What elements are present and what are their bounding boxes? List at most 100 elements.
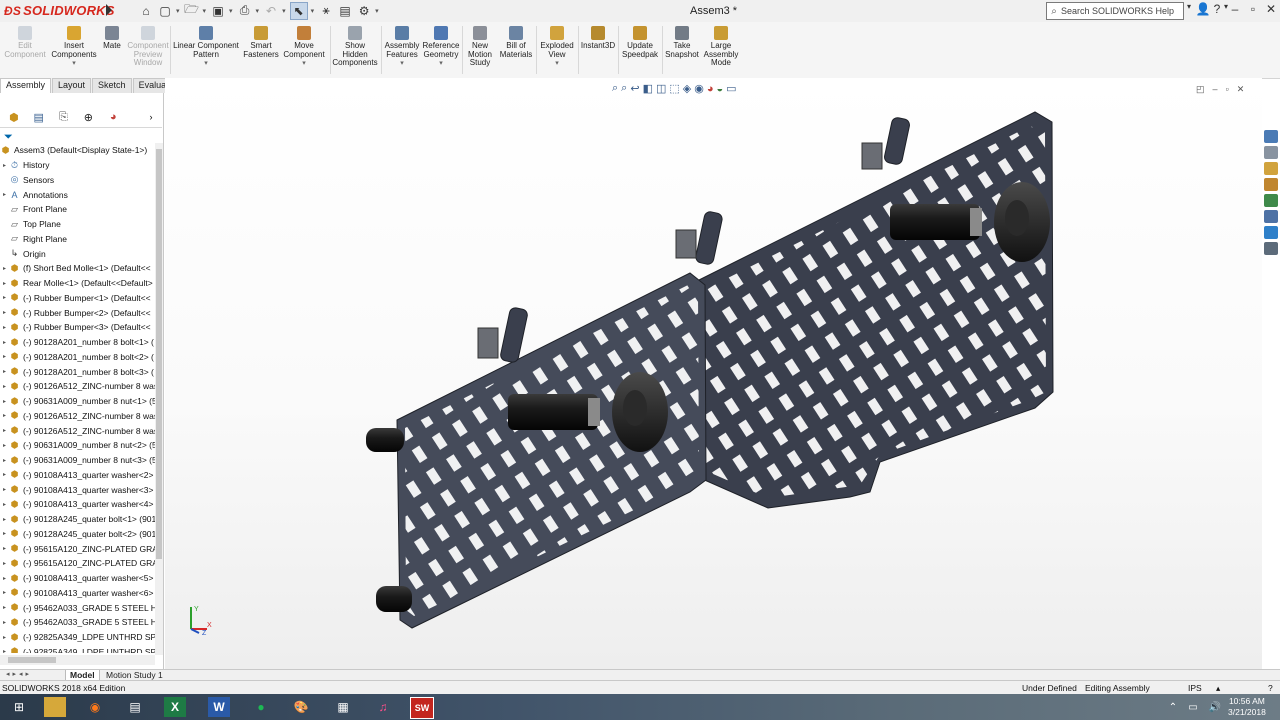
- expand-arrow-icon[interactable]: ▸: [0, 427, 9, 434]
- chevron-down-icon[interactable]: ▾: [50, 60, 98, 69]
- logo-menu-arrow-icon[interactable]: [106, 4, 112, 16]
- word-icon[interactable]: W: [208, 697, 230, 717]
- tree-item[interactable]: ▸ ⬢ (-) 90631A009_number 8 nut<3> (5: [0, 453, 155, 468]
- tree-item[interactable]: ▸ ⬢ (-) 95615A120_ZINC-PLATED GRAD: [0, 541, 155, 556]
- expand-arrow-icon[interactable]: ▸: [0, 324, 9, 331]
- expand-arrow-icon[interactable]: ▸: [0, 294, 9, 301]
- chevron-down-icon[interactable]: ▾: [172, 60, 240, 69]
- expand-arrow-icon[interactable]: ▸: [0, 280, 9, 287]
- spotify-icon[interactable]: ●: [250, 697, 272, 717]
- windows-start-icon[interactable]: ⊞: [8, 697, 30, 717]
- undo-dropdown-icon[interactable]: ▾: [282, 7, 286, 15]
- view-palette-icon[interactable]: [1264, 178, 1278, 191]
- user-icon[interactable]: 👤: [1194, 2, 1212, 16]
- tree-item[interactable]: ▸ ⬢ (-) Rubber Bumper<3> (Default<<: [0, 320, 155, 335]
- tree-item[interactable]: ▸ ⬢ (-) 90126A512_ZINC-number 8 was: [0, 409, 155, 424]
- expand-arrow-icon[interactable]: ▸: [0, 545, 9, 552]
- assembly-features-button[interactable]: Assembly Features ▾: [383, 26, 421, 69]
- view-orientation-icon[interactable]: ⬚: [669, 82, 679, 95]
- search-input[interactable]: Search SOLIDWORKS Help: [1061, 6, 1174, 16]
- unit-system[interactable]: IPS: [1188, 683, 1202, 693]
- chevron-down-icon[interactable]: ▾: [383, 60, 421, 69]
- assembly-model[interactable]: [165, 78, 1262, 669]
- apply-scene-icon[interactable]: ◒: [717, 83, 724, 95]
- tree-item[interactable]: ▸ ⬢ (-) 90128A245_quater bolt<1> (901: [0, 512, 155, 527]
- itunes-icon[interactable]: ♫: [372, 697, 394, 717]
- tree-item[interactable]: ▸ ⬢ (-) 90631A009_number 8 nut<2> (5: [0, 438, 155, 453]
- zoom-to-fit-icon[interactable]: ⌕: [612, 82, 618, 95]
- exploded-view-button[interactable]: Exploded View ▾: [538, 26, 576, 69]
- expand-arrow-icon[interactable]: ▸: [0, 648, 9, 653]
- tree-horizontal-scrollbar[interactable]: [0, 655, 155, 665]
- tree-item[interactable]: ▸ ⬢ (-) Rubber Bumper<2> (Default<<: [0, 305, 155, 320]
- options-dropdown-icon[interactable]: ▾: [375, 7, 379, 15]
- expand-arrow-icon[interactable]: ▸: [0, 501, 9, 508]
- tree-item[interactable]: ▱ Right Plane: [0, 232, 155, 247]
- tree-item[interactable]: ▸ ⬢ (-) 90108A413_quarter washer<3> (: [0, 482, 155, 497]
- graphics-viewport[interactable]: [165, 78, 1262, 669]
- tree-item[interactable]: ▸ ⬢ (-) 92825A349_LDPE UNTHRD SPA(: [0, 645, 155, 653]
- tree-item[interactable]: ▸ A Annotations: [0, 187, 155, 202]
- tree-item[interactable]: ▸ ⬢ (f) Short Bed Molle<1> (Default<<: [0, 261, 155, 276]
- save-dropdown-icon[interactable]: ▾: [229, 7, 233, 15]
- chevron-down-icon[interactable]: ▾: [538, 60, 576, 69]
- expand-arrow-icon[interactable]: ▸: [0, 575, 9, 582]
- tree-item[interactable]: ▸ ⬢ (-) 92825A349_LDPE UNTHRD SPA(: [0, 630, 155, 645]
- tab-layout[interactable]: Layout: [52, 78, 92, 93]
- viewport-minimize-icon[interactable]: –: [1213, 84, 1218, 95]
- tree-item[interactable]: ▱ Front Plane: [0, 202, 155, 217]
- previous-view-icon[interactable]: ↩: [630, 82, 639, 95]
- bill-of-materials-button[interactable]: Bill of Materials: [498, 26, 534, 59]
- tree-item[interactable]: ▱ Top Plane: [0, 217, 155, 232]
- instant3d-button[interactable]: Instant3D: [580, 26, 616, 51]
- solidworks-logo[interactable]: ƉS SOLIDWORKS: [4, 3, 115, 18]
- expand-arrow-icon[interactable]: ▸: [0, 383, 9, 390]
- expand-arrow-icon[interactable]: ▸: [0, 634, 9, 641]
- appearances-icon[interactable]: [1264, 194, 1278, 207]
- tree-item[interactable]: ▸ ⬢ (-) 90108A413_quarter washer<4> (: [0, 497, 155, 512]
- tree-root-assembly[interactable]: ⬢ Assem3 (Default<Display State-1>): [0, 143, 155, 158]
- edit-appearance-icon[interactable]: ◕: [707, 83, 714, 95]
- display-manager-icon[interactable]: ◕: [102, 109, 124, 125]
- tree-item[interactable]: ▸ ⬢ Rear Molle<1> (Default<<Default>: [0, 276, 155, 291]
- viewport-maximize-icon[interactable]: ▫: [1226, 84, 1229, 95]
- tab-assembly[interactable]: Assembly: [0, 78, 52, 93]
- home-icon[interactable]: ⌂: [138, 3, 154, 19]
- network-icon[interactable]: ▭: [1182, 697, 1204, 717]
- select-arrow-icon[interactable]: ⬉: [289, 1, 308, 20]
- expand-arrow-icon[interactable]: ▸: [0, 191, 9, 198]
- expand-arrow-icon[interactable]: ▸: [0, 604, 9, 611]
- zoom-to-area-icon[interactable]: ⌕: [621, 82, 627, 95]
- design-library-icon[interactable]: [1264, 146, 1278, 159]
- expand-arrow-icon[interactable]: ▸: [0, 265, 9, 272]
- expand-arrow-icon[interactable]: ▸: [0, 309, 9, 316]
- scrollbar-thumb[interactable]: [156, 149, 162, 559]
- undo-icon[interactable]: ↶: [263, 3, 279, 19]
- expand-arrow-icon[interactable]: ▸: [0, 589, 9, 596]
- search-help-box[interactable]: ⌕ Search SOLIDWORKS Help: [1046, 2, 1184, 20]
- configuration-manager-icon[interactable]: ⎘: [53, 109, 75, 125]
- file-explorer-taskbar-icon[interactable]: [44, 697, 66, 717]
- tree-item[interactable]: ▸ ⬢ (-) 90126A512_ZINC-number 8 was: [0, 423, 155, 438]
- viewport-close-icon[interactable]: ✕: [1237, 84, 1245, 95]
- linear-pattern-button[interactable]: Linear Component Pattern ▾: [172, 26, 240, 69]
- expand-arrow-icon[interactable]: ▸: [0, 471, 9, 478]
- minimize-icon[interactable]: –: [1226, 2, 1244, 16]
- scrollbar-thumb[interactable]: [8, 657, 56, 663]
- feature-manager-tree-icon[interactable]: ⬢: [3, 109, 25, 125]
- dynamic-annotation-icon[interactable]: ◫: [656, 82, 666, 95]
- new-motion-study-button[interactable]: New Motion Study: [464, 26, 496, 68]
- print-icon[interactable]: ⎙: [237, 3, 253, 19]
- tree-item[interactable]: ▸ ⬢ (-) 90108A413_quarter washer<6> (: [0, 586, 155, 601]
- units-dropdown-icon[interactable]: ▴: [1216, 683, 1220, 694]
- expand-arrow-icon[interactable]: ▸: [0, 412, 9, 419]
- insert-components-button[interactable]: Insert Components ▾: [50, 26, 98, 69]
- tree-item[interactable]: ▸ ⬢ (-) 90631A009_number 8 nut<1> (5: [0, 394, 155, 409]
- notification-chevron-icon[interactable]: ⌃: [1162, 697, 1184, 717]
- tree-item[interactable]: ↳ Origin: [0, 246, 155, 261]
- expand-arrow-icon[interactable]: ▸: [0, 457, 9, 464]
- tab-scroll-arrows-icon[interactable]: ◂▸◂▸: [6, 670, 32, 678]
- forum-icon[interactable]: [1264, 226, 1278, 239]
- display-style-icon[interactable]: ◈: [683, 82, 691, 95]
- expand-arrow-icon[interactable]: ▸: [0, 368, 9, 375]
